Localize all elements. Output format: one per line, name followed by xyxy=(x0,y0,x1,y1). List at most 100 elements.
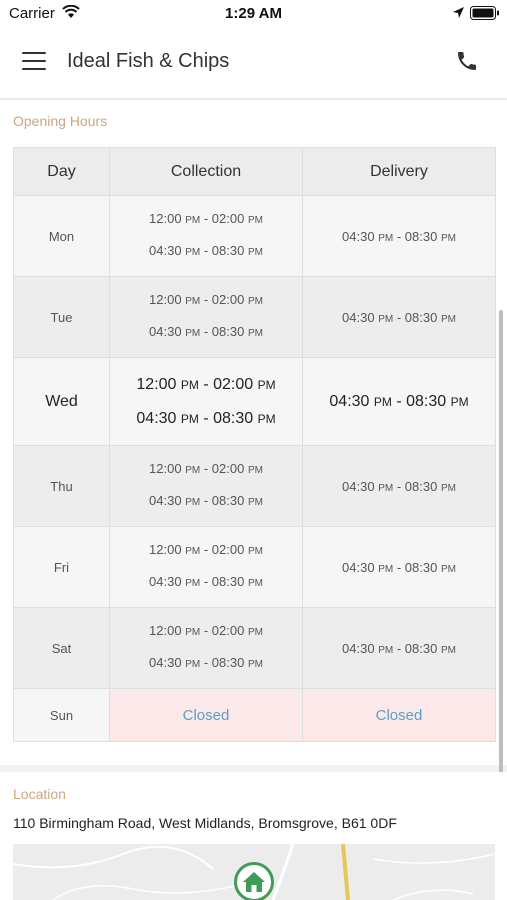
ampm-label: PM xyxy=(247,328,263,339)
location-heading: Location xyxy=(13,786,66,802)
collection-open-1: 12:00 xyxy=(136,375,177,393)
ampm-label: PM xyxy=(378,563,394,575)
table-row: Sun Closed Closed xyxy=(13,688,496,742)
collection-cell: 12:00 PM - 02:00 PM 04:30 PM - 08:30 PM xyxy=(109,195,303,277)
day-cell: Wed xyxy=(13,357,110,446)
collection-close-2: 08:30 xyxy=(211,574,245,589)
ampm-label: PM xyxy=(185,328,201,339)
collection-close-1: 02:00 xyxy=(211,292,245,307)
opening-hours-card: Opening Hours Day Collection Delivery Mo… xyxy=(0,100,507,765)
scrollbar[interactable] xyxy=(499,310,503,800)
table-row: Mon 12:00 PM - 02:00 PM 04:30 PM - 08:30… xyxy=(13,195,496,277)
address-text: 110 Birmingham Road, West Midlands, Brom… xyxy=(13,815,397,831)
collection-open-1: 12:00 xyxy=(149,292,182,307)
ampm-label: PM xyxy=(378,482,394,494)
delivery-close: 08:30 xyxy=(404,228,438,244)
ampm-label: PM xyxy=(247,578,263,589)
collection-close-2: 08:30 xyxy=(213,409,254,427)
location-card: Location 110 Birmingham Road, West Midla… xyxy=(0,772,507,900)
delivery-cell: 04:30 PM - 08:30 PM xyxy=(302,357,496,446)
collection-open-2: 04:30 xyxy=(136,409,177,427)
collection-open-2: 04:30 xyxy=(149,324,182,339)
delivery-open: 04:30 xyxy=(342,559,375,575)
ampm-label: PM xyxy=(378,232,394,244)
collection-cell: 12:00 PM - 02:00 PM 04:30 PM - 08:30 PM xyxy=(109,445,303,527)
collection-open-2: 04:30 xyxy=(149,493,182,508)
ampm-label: PM xyxy=(185,215,201,226)
collection-open-1: 12:00 xyxy=(149,542,182,557)
collection-close-2: 08:30 xyxy=(211,324,245,339)
delivery-cell: 04:30 PM - 08:30 PM xyxy=(302,445,496,527)
ampm-label: PM xyxy=(185,659,201,670)
day-cell: Fri xyxy=(13,526,110,608)
delivery-open: 04:30 xyxy=(342,309,375,325)
ampm-label: PM xyxy=(450,394,469,409)
phone-icon[interactable] xyxy=(455,49,479,78)
collection-open-2: 04:30 xyxy=(149,574,182,589)
collection-open-2: 04:30 xyxy=(149,655,182,670)
ampm-label: PM xyxy=(378,313,394,325)
day-cell: Sat xyxy=(13,607,110,689)
delivery-open: 04:30 xyxy=(329,392,370,410)
delivery-closed-cell: Closed xyxy=(302,688,496,742)
ampm-label: PM xyxy=(247,659,263,670)
delivery-open: 04:30 xyxy=(342,228,375,244)
home-pin-icon[interactable] xyxy=(234,862,274,900)
delivery-cell: 04:30 PM - 08:30 PM xyxy=(302,195,496,277)
ampm-label: PM xyxy=(180,411,199,426)
ampm-label: PM xyxy=(247,546,263,557)
column-header-collection: Collection xyxy=(109,147,303,196)
collection-open-2: 04:30 xyxy=(149,243,182,258)
ampm-label: PM xyxy=(247,465,263,476)
delivery-cell: 04:30 PM - 08:30 PM xyxy=(302,276,496,358)
opening-hours-table: Day Collection Delivery Mon 12:00 PM - 0… xyxy=(13,147,496,742)
collection-closed-cell: Closed xyxy=(109,688,303,742)
ampm-label: PM xyxy=(180,377,199,392)
ampm-label: PM xyxy=(185,465,201,476)
ampm-label: PM xyxy=(185,546,201,557)
ampm-label: PM xyxy=(185,627,201,638)
delivery-open: 04:30 xyxy=(342,640,375,656)
ampm-label: PM xyxy=(247,215,263,226)
column-header-day: Day xyxy=(13,147,110,196)
table-row: Tue 12:00 PM - 02:00 PM 04:30 PM - 08:30… xyxy=(13,276,496,358)
table-row-today: Wed 12:00 PM - 02:00 PM 04:30 PM - 08:30… xyxy=(13,357,496,446)
collection-close-1: 02:00 xyxy=(211,461,245,476)
location-map[interactable] xyxy=(13,844,495,900)
collection-cell: 12:00 PM - 02:00 PM 04:30 PM - 08:30 PM xyxy=(109,276,303,358)
collection-open-1: 12:00 xyxy=(149,461,182,476)
collection-open-1: 12:00 xyxy=(149,623,182,638)
app-header: Ideal Fish & Chips xyxy=(0,28,507,98)
collection-close-2: 08:30 xyxy=(211,493,245,508)
ampm-label: PM xyxy=(185,578,201,589)
ampm-label: PM xyxy=(440,482,456,494)
collection-cell: 12:00 PM - 02:00 PM 04:30 PM - 08:30 PM xyxy=(109,526,303,608)
delivery-cell: 04:30 PM - 08:30 PM xyxy=(302,607,496,689)
table-header-row: Day Collection Delivery xyxy=(13,147,496,196)
ampm-label: PM xyxy=(185,296,201,307)
day-cell: Mon xyxy=(13,195,110,277)
ampm-label: PM xyxy=(185,497,201,508)
ampm-label: PM xyxy=(247,627,263,638)
table-row: Fri 12:00 PM - 02:00 PM 04:30 PM - 08:30… xyxy=(13,526,496,608)
collection-cell: 12:00 PM - 02:00 PM 04:30 PM - 08:30 PM xyxy=(109,357,303,446)
ampm-label: PM xyxy=(440,644,456,656)
table-row: Thu 12:00 PM - 02:00 PM 04:30 PM - 08:30… xyxy=(13,445,496,527)
column-header-delivery: Delivery xyxy=(302,147,496,196)
status-bar: Carrier 1:29 AM xyxy=(0,0,507,28)
table-row: Sat 12:00 PM - 02:00 PM 04:30 PM - 08:30… xyxy=(13,607,496,689)
delivery-cell: 04:30 PM - 08:30 PM xyxy=(302,526,496,608)
ampm-label: PM xyxy=(440,563,456,575)
delivery-close: 08:30 xyxy=(406,392,447,410)
status-time: 1:29 AM xyxy=(225,5,282,22)
ampm-label: PM xyxy=(440,313,456,325)
delivery-close: 08:30 xyxy=(404,478,438,494)
day-cell: Thu xyxy=(13,445,110,527)
hamburger-menu-icon[interactable] xyxy=(22,52,46,72)
ampm-label: PM xyxy=(257,377,276,392)
ampm-label: PM xyxy=(373,394,392,409)
collection-close-2: 08:30 xyxy=(211,243,245,258)
page-title: Ideal Fish & Chips xyxy=(67,50,230,72)
delivery-open: 04:30 xyxy=(342,478,375,494)
ampm-label: PM xyxy=(247,247,263,258)
